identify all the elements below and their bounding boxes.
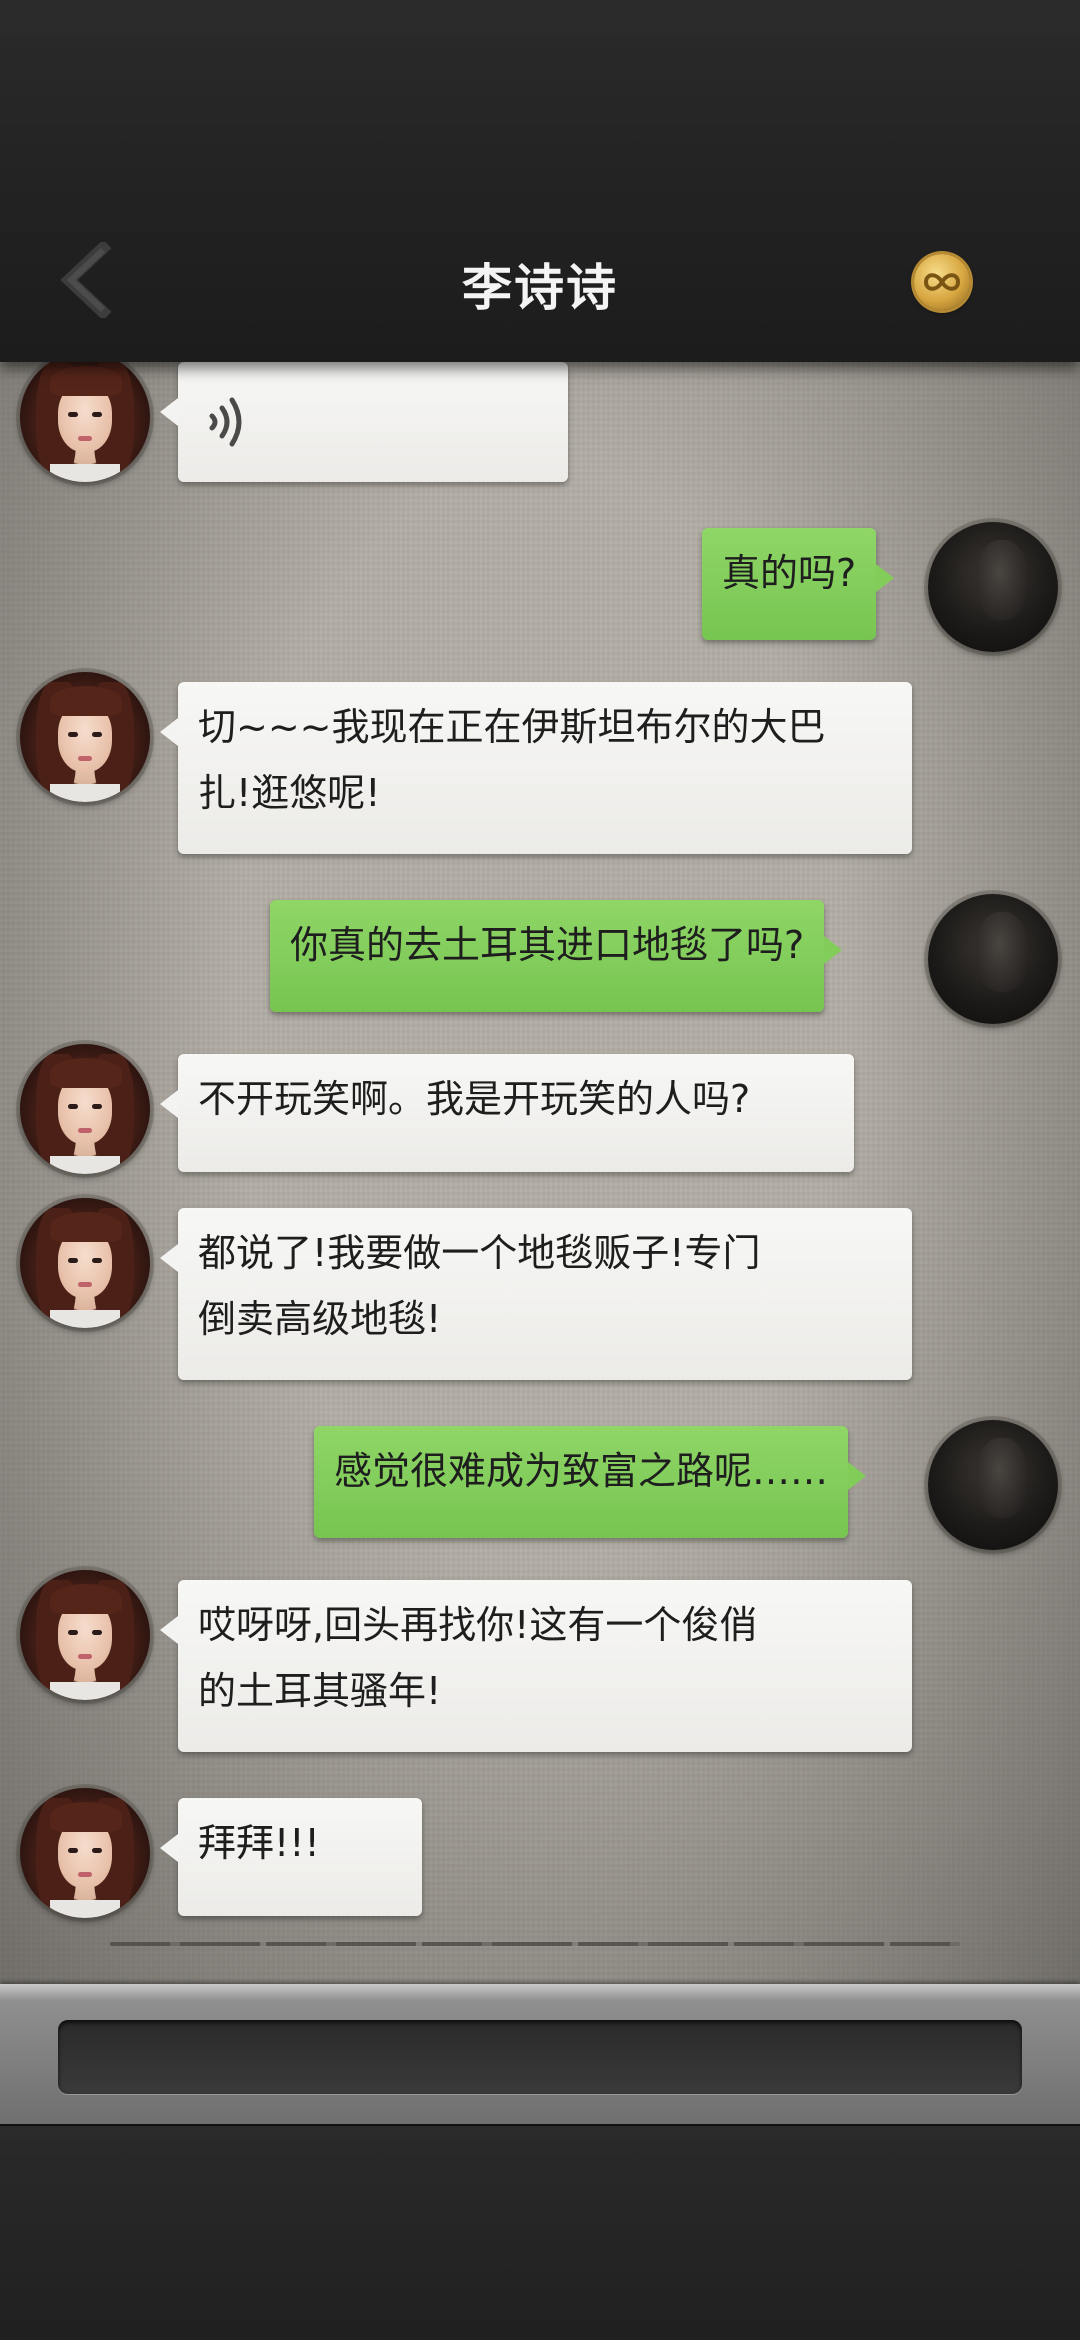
contact-avatar[interactable] <box>20 1198 150 1328</box>
contact-avatar[interactable] <box>20 362 150 482</box>
message-text: 感觉很难成为致富之路呢…… <box>334 1449 829 1493</box>
message-text-line: 都说了!我要做一个地毯贩子!专门 <box>198 1231 761 1275</box>
message-text-line: 倒卖高级地毯! <box>198 1297 442 1341</box>
message-text: 不开玩笑啊。我是开玩笑的人吗? <box>198 1077 751 1121</box>
message-text: 你真的去土耳其进口地毯了吗? <box>290 923 805 967</box>
chat-area[interactable]: 真的吗? 切~~~我现在正在伊斯坦布尔的大巴 扎!逛悠呢! 你真的去土耳其进口地… <box>0 362 1080 1984</box>
voice-wave-icon <box>209 397 242 447</box>
top-bar: 李诗诗 <box>0 0 1080 362</box>
contact-avatar[interactable] <box>20 672 150 802</box>
outgoing-message-bubble[interactable]: 真的吗? <box>702 528 895 640</box>
user-avatar[interactable] <box>928 1420 1058 1550</box>
message-text-line: 扎!逛悠呢! <box>198 771 381 815</box>
incoming-message-bubble[interactable]: 哎呀呀,回头再找你!这有一个俊俏 的土耳其骚年! <box>160 1580 912 1752</box>
message-text: 真的吗? <box>722 551 857 595</box>
voice-message-bubble[interactable] <box>160 362 568 482</box>
outgoing-message-bubble[interactable]: 感觉很难成为致富之路呢…… <box>314 1426 867 1538</box>
gold-coin-button[interactable] <box>914 254 970 310</box>
incoming-message-bubble[interactable]: 拜拜!!! <box>160 1798 422 1916</box>
message-input[interactable] <box>58 2020 1022 2094</box>
message-text-line: 哎呀呀,回头再找你!这有一个俊俏 <box>198 1603 758 1647</box>
message-text-line: 切~~~我现在正在伊斯坦布尔的大巴 <box>198 705 826 749</box>
outgoing-message-bubble[interactable]: 你真的去土耳其进口地毯了吗? <box>270 900 843 1012</box>
contact-avatar[interactable] <box>20 1570 150 1700</box>
incoming-message-bubble[interactable]: 不开玩笑啊。我是开玩笑的人吗? <box>160 1054 854 1172</box>
bottom-panel <box>0 2124 1080 2340</box>
infinity-icon <box>923 273 961 291</box>
user-avatar[interactable] <box>928 522 1058 652</box>
incoming-message-bubble[interactable]: 都说了!我要做一个地毯贩子!专门 倒卖高级地毯! <box>160 1208 912 1380</box>
user-avatar[interactable] <box>928 894 1058 1024</box>
input-bar <box>0 1984 1080 2124</box>
contact-avatar[interactable] <box>20 1788 150 1918</box>
contact-avatar[interactable] <box>20 1044 150 1174</box>
message-text-line: 的土耳其骚年! <box>198 1669 442 1713</box>
incoming-message-bubble[interactable]: 切~~~我现在正在伊斯坦布尔的大巴 扎!逛悠呢! <box>160 682 912 854</box>
chat-end-divider <box>110 1942 960 1946</box>
message-text: 拜拜!!! <box>198 1821 320 1865</box>
